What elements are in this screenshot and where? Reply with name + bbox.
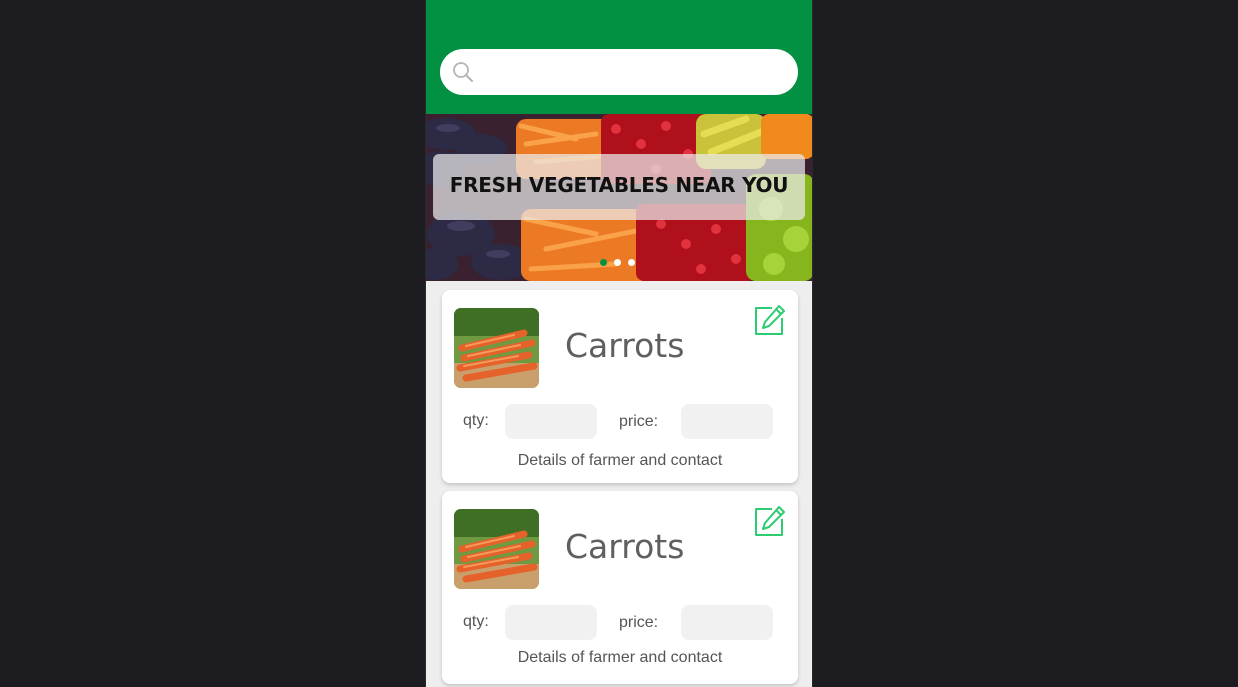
carousel-dot-1[interactable] [600,259,607,266]
qty-label: qty: [463,412,489,429]
hero-banner[interactable]: FRESH VEGETABLES NEAR YOU [426,114,812,281]
price-label: price: [619,614,659,631]
edit-icon[interactable] [752,304,786,338]
farmer-details-link[interactable]: Details of farmer and contact [442,452,798,470]
product-image [454,509,539,589]
top-app-bar [426,0,812,114]
product-image [454,308,539,388]
price-input[interactable] [681,605,773,640]
farmer-details-link[interactable]: Details of farmer and contact [442,649,798,667]
qty-label: qty: [463,613,489,630]
search-input[interactable] [484,57,788,89]
app-screen: FRESH VEGETABLES NEAR YOU Carrots qty: p… [425,0,813,687]
price-label: price: [619,413,659,430]
banner-caption-box: FRESH VEGETABLES NEAR YOU [433,154,805,220]
search-bar[interactable] [440,49,798,95]
edit-icon[interactable] [752,505,786,539]
qty-input[interactable] [505,605,597,640]
search-icon [453,62,473,82]
product-card[interactable]: Carrots qty: price: Details of farmer an… [442,491,798,684]
product-name: Carrots [565,326,685,365]
product-name: Carrots [565,527,685,566]
qty-input[interactable] [505,404,597,439]
banner-title: FRESH VEGETABLES NEAR YOU [449,173,789,197]
product-card[interactable]: Carrots qty: price: Details of farmer an… [442,290,798,483]
carousel-dot-2[interactable] [614,259,621,266]
carousel-dot-3[interactable] [628,259,635,266]
price-input[interactable] [681,404,773,439]
carousel-indicator[interactable] [600,259,635,267]
